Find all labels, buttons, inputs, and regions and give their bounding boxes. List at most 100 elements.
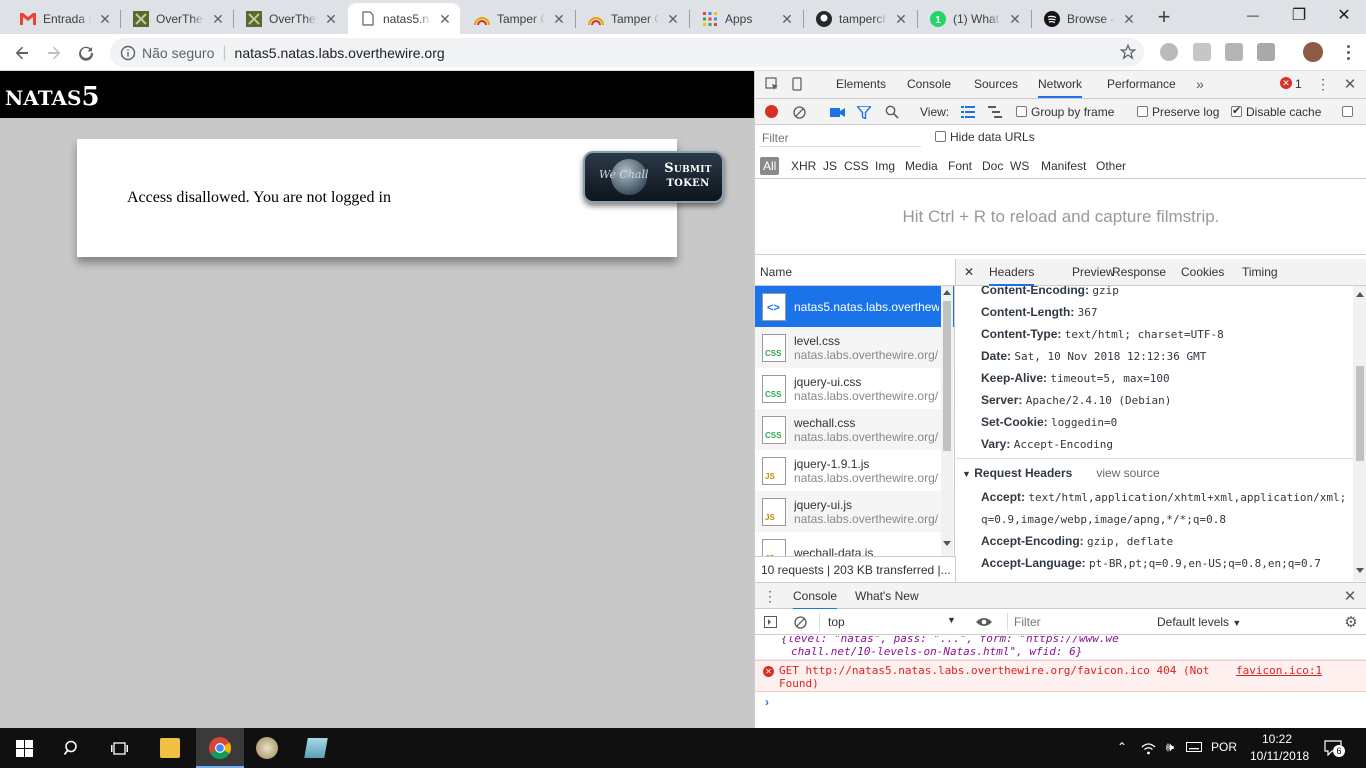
filter-type-doc[interactable]: Doc [979,157,1006,175]
filter-type-other[interactable]: Other [1093,157,1129,175]
hide-data-urls-checkbox[interactable]: Hide data URLs [935,130,1035,144]
group-by-frame-checkbox[interactable]: Group by frame [1016,105,1114,119]
view-source-link[interactable]: view source [1096,466,1159,480]
close-tab-icon[interactable]: ✕ [666,12,680,26]
filter-type-ws[interactable]: WS [1007,157,1032,175]
details-tab-cookies[interactable]: Cookies [1181,259,1224,286]
sidebar-toggle-icon[interactable] [763,615,777,629]
filter-type-xhr[interactable]: XHR [788,157,819,175]
error-icon[interactable]: ✕ [1280,77,1292,89]
drawer-tab-whats-new[interactable]: What's New [855,583,919,610]
filter-type-img[interactable]: Img [872,157,898,175]
device-toolbar-icon[interactable] [789,76,805,92]
headers-scrollbar[interactable] [1353,286,1366,581]
notifications-icon[interactable]: 6 [1322,738,1345,758]
waterfall-icon[interactable] [987,105,1003,119]
details-tab-timing[interactable]: Timing [1242,259,1278,286]
scroll-thumb[interactable] [1356,366,1364,461]
reload-button[interactable] [73,40,99,66]
clear-console-icon[interactable] [793,615,807,629]
clock-time[interactable]: 10:22 [1262,732,1292,746]
bookmark-star-icon[interactable] [1120,44,1136,60]
filter-type-media[interactable]: Media [902,157,941,175]
details-tab-preview[interactable]: Preview [1072,259,1115,286]
extension-image-icon[interactable] [1225,43,1243,61]
preserve-log-checkbox[interactable]: Preserve log [1137,105,1219,119]
close-tab-icon[interactable]: ✕ [438,12,452,26]
error-count[interactable]: 1 [1295,77,1302,91]
browser-tab[interactable]: Tamper C ✕ [576,3,688,34]
disable-cache-checkbox[interactable]: Disable cache [1231,104,1321,119]
browser-tab[interactable]: OverTheW ✕ [234,3,346,34]
back-button[interactable] [9,40,35,66]
clear-icon[interactable] [792,105,806,119]
minimize-button[interactable]: — [1230,0,1276,30]
request-row[interactable]: <> natas5.natas.labs.overthewire.org [755,286,954,327]
network-filter-input[interactable] [759,129,921,147]
devtools-tab-elements[interactable]: Elements [836,71,886,98]
browser-tab[interactable]: 1 (1) What ✕ [918,3,1030,34]
close-tab-icon[interactable]: ✕ [1008,12,1022,26]
task-view-icon[interactable] [110,739,128,757]
extension-tc-icon[interactable] [1257,43,1275,61]
console-prompt[interactable]: › [755,692,1366,714]
close-drawer-icon[interactable]: ✕ [1343,588,1357,605]
close-tab-icon[interactable]: ✕ [552,12,566,26]
request-row[interactable]: JS jquery-1.9.1.js natas.labs.overthewire.… [755,450,954,491]
log-levels-select[interactable]: Default levels ▼ [1157,615,1241,629]
live-expression-eye-icon[interactable] [975,614,993,630]
address-bar[interactable]: Não seguro | natas5.natas.labs.overthewi… [110,38,1144,67]
offline-checkbox[interactable] [1342,105,1357,119]
new-tab-button[interactable]: + [1152,6,1176,30]
browser-tab[interactable]: Entrada (✕ [8,3,120,34]
large-rows-icon[interactable] [960,105,976,119]
screenshot-icon[interactable] [829,105,845,119]
close-devtools-icon[interactable]: ✕ [1343,76,1357,93]
devtools-tab-console[interactable]: Console [907,71,951,98]
extension-leaf-icon[interactable] [1193,43,1211,61]
filter-icon[interactable] [856,105,872,119]
devtools-menu-icon[interactable]: ⋮ [1316,76,1330,92]
profile-avatar[interactable] [1303,42,1323,62]
devtools-tab-network[interactable]: Network [1038,71,1083,98]
request-row[interactable]: CSS level.css natas.labs.overthewire.org/ [755,327,954,368]
browser-tab[interactable]: Tamper C ✕ [462,3,574,34]
close-tab-icon[interactable]: ✕ [780,12,794,26]
filter-type-manifest[interactable]: Manifest [1038,157,1089,175]
search-icon[interactable] [63,739,81,757]
notepad-icon[interactable] [304,738,328,758]
close-tab-icon[interactable]: ✕ [98,12,112,26]
keyboard-icon[interactable] [1186,740,1202,754]
filter-type-font[interactable]: Font [945,157,975,175]
close-tab-icon[interactable]: ✕ [324,12,338,26]
name-column-header[interactable]: Name [755,259,956,286]
devtools-tab-performance[interactable]: Performance [1107,71,1176,98]
record-icon[interactable] [765,105,778,118]
browser-tab[interactable]: tamperch ✕ [804,3,916,34]
close-tab-icon[interactable]: ✕ [211,12,225,26]
close-tab-icon[interactable]: ✕ [894,12,908,26]
request-row[interactable]: JS jquery-ui.js natas.labs.overthewire.org… [755,491,954,532]
error-source-link[interactable]: favicon.ico:1 [1236,664,1322,677]
chrome-taskbar-button[interactable] [196,728,244,768]
request-row[interactable]: CSS jquery-ui.css natas.labs.overthewire.o… [755,368,954,409]
url-text[interactable]: natas5.natas.labs.overthewire.org [235,45,445,61]
console-filter-input[interactable] [1007,613,1147,631]
browser-tab[interactable]: Browse - ✕ [1032,3,1144,34]
details-tab-response[interactable]: Response [1112,259,1166,286]
scroll-thumb[interactable] [943,301,951,451]
browser-tab[interactable]: OverTheW ✕ [121,3,233,34]
drawer-tab-console[interactable]: Console [793,583,838,610]
windows-start-icon[interactable] [15,739,33,757]
wifi-icon[interactable] [1140,740,1156,756]
browser-tab[interactable]: Apps ✕ [690,3,802,34]
volume-icon[interactable]: 🕪 [1162,739,1178,755]
filter-type-css[interactable]: CSS [841,157,872,175]
request-headers-section[interactable]: ▼ Request Headers view source [962,466,1160,480]
file-explorer-icon[interactable] [160,738,180,758]
request-list-scrollbar[interactable] [941,286,953,581]
extension-drive-icon[interactable] [1160,43,1178,61]
browser-tab[interactable]: natas5.na ✕ [348,3,460,34]
paint-icon[interactable] [256,737,278,759]
request-row[interactable]: CSS wechall.css natas.labs.overthewire.org… [755,409,954,450]
